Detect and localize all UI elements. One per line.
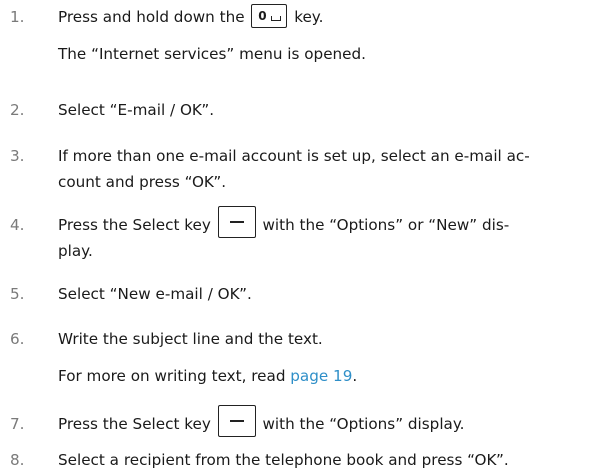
step-text: count and press “OK”. [58,173,227,191]
step-number: 1. [10,8,25,26]
select-key-icon [217,205,256,238]
step-text: Write the subject line and the text. [58,330,323,348]
step-text: If more than one e-mail account is set u… [58,147,530,165]
step-text: Select “E-mail / OK”. [58,101,215,119]
step-text: Select “New e-mail / OK”. [58,285,252,303]
step-number: 5. [10,285,25,303]
step-text-part: with the “Options” display. [262,415,465,433]
step-text: Select a recipient from the telephone bo… [58,451,509,469]
step-text-part: Press the Select key [58,415,211,433]
step-text-part: with the “Options” or “New” dis- [262,216,510,234]
step-text-part: Press and hold down the [58,8,245,26]
zero-key-icon: 0 [251,3,288,28]
step-number: 4. [10,216,25,234]
step-text: play. [58,242,93,260]
step-number: 3. [10,147,25,165]
step-number: 2. [10,101,25,119]
page-link[interactable]: page 19 [290,367,352,385]
step-number: 6. [10,330,25,348]
step-note: For more on writing text, read [58,367,291,385]
step-text-part: Press the Select key [58,216,211,234]
select-key-icon [217,404,256,437]
step-text-part: key. [294,8,324,26]
step-text: Press and hold down the 0 key. The “Inte… [58,3,591,67]
step-number: 8. [10,451,25,469]
step-result-text: The “Internet services” menu is opened. [58,45,366,63]
step-number: 7. [10,415,25,433]
step-note-end: . [352,367,358,385]
